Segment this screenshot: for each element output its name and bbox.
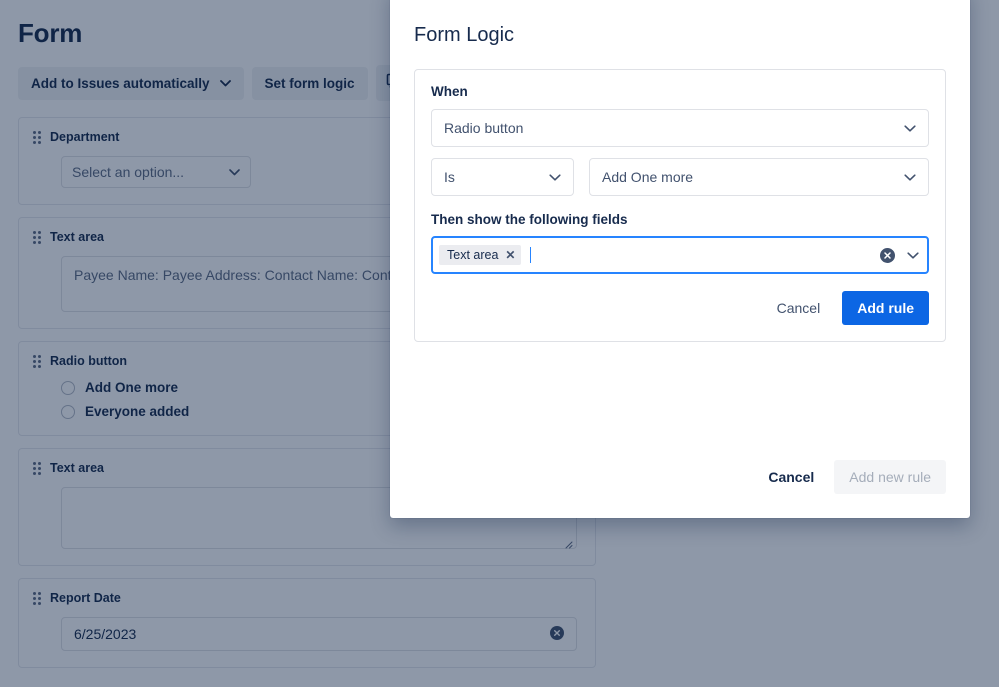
when-field-select-value: Radio button [444,120,524,136]
rule-cancel-button[interactable]: Cancel [765,292,833,324]
close-x-icon[interactable]: ✕ [505,249,515,261]
multiselect-chip-text-area[interactable]: Text area ✕ [439,245,522,265]
when-condition-select-value: Is [444,169,455,185]
form-logic-modal: Form Logic When Radio button Is Add One … [390,0,970,518]
add-new-rule-button: Add new rule [834,460,946,494]
when-value-select[interactable]: Add One more [589,158,929,196]
when-field-select[interactable]: Radio button [431,109,929,147]
logic-rule-card: When Radio button Is Add One more Then s… [414,69,946,342]
chevron-down-icon [904,173,916,181]
chevron-down-icon [904,124,916,132]
screen: Form Add to Issues automatically Set for… [0,0,999,687]
when-value-select-value: Add One more [602,169,694,185]
modal-title: Form Logic [414,24,515,46]
chevron-down-icon [549,173,561,181]
modal-footer: Cancel Add new rule [414,460,946,494]
when-condition-select[interactable]: Is [431,158,574,196]
clear-circle-icon[interactable] [880,247,895,263]
chevron-down-icon[interactable] [907,251,919,259]
rule-actions: Cancel Add rule [431,291,929,325]
add-rule-button[interactable]: Add rule [842,291,929,325]
text-caret [530,247,532,263]
modal-cancel-button[interactable]: Cancel [756,460,826,494]
multiselect-chip-label: Text area [447,248,499,262]
when-condition-row: Is Add One more [431,158,929,196]
then-show-label: Then show the following fields [431,212,628,227]
when-label: When [431,84,468,99]
then-fields-multiselect[interactable]: Text area ✕ [431,236,929,274]
